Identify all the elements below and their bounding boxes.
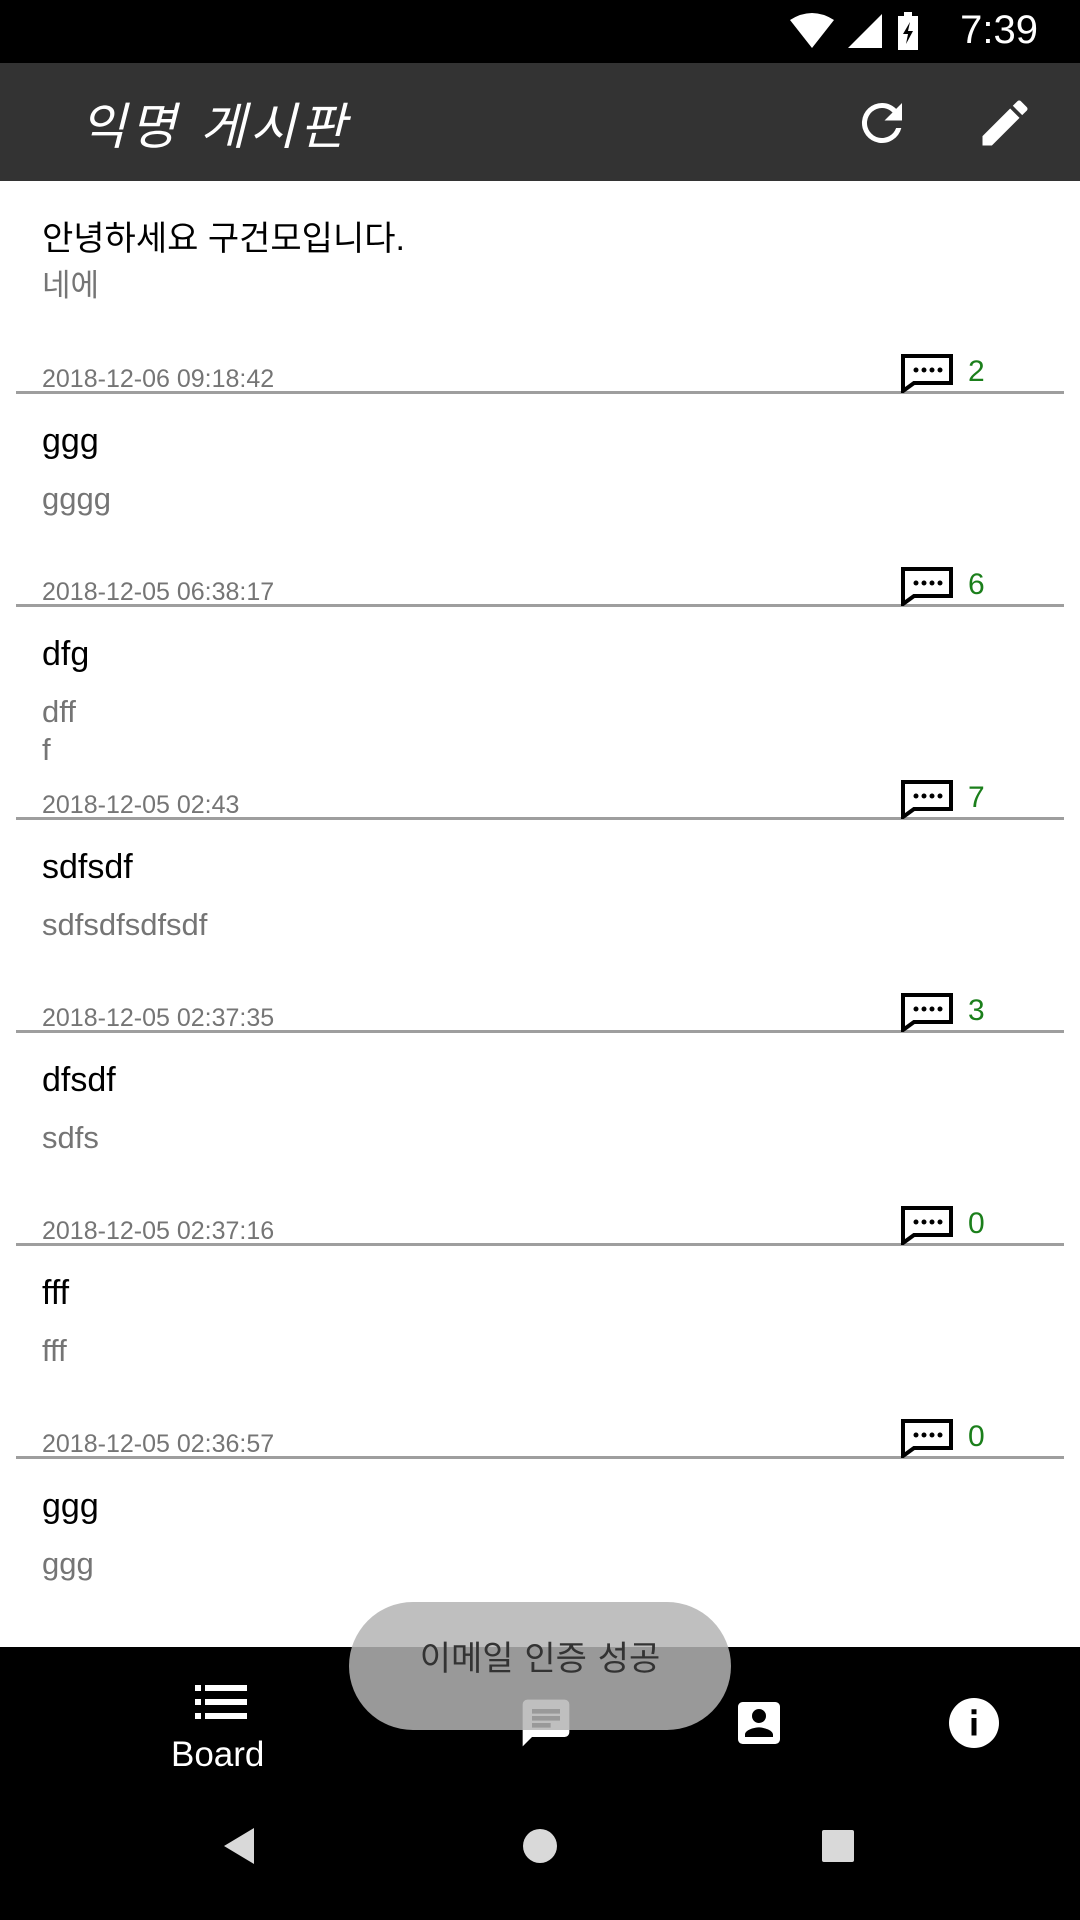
list-icon: [195, 1685, 247, 1719]
refresh-button[interactable]: [852, 93, 912, 153]
comment-icon: [901, 993, 953, 1032]
post-title: sdfsdf: [42, 848, 133, 886]
post-list: 안녕하세요 구건모입니다. 네에 2018-12-06 09:18:42 2 g…: [0, 181, 1080, 1672]
post-body: fff: [42, 1333, 67, 1368]
post-date: 2018-12-05 02:36:57: [42, 1430, 275, 1458]
toast-text: 이메일 인증 성공: [419, 1638, 661, 1679]
toast-message: 이메일 인증 성공: [349, 1602, 731, 1730]
list-item[interactable]: sdfsdf sdfsdfsdfsdf 2018-12-05 02:37:35 …: [16, 820, 1064, 1033]
comment-count: 0: [968, 1420, 985, 1453]
comment-icon: [901, 354, 953, 393]
post-title: fff: [42, 1274, 70, 1312]
comment-icon: [901, 1206, 953, 1245]
write-post-button[interactable]: [975, 93, 1035, 153]
signal-icon: [848, 14, 882, 48]
post-title: dfsdf: [42, 1061, 116, 1099]
post-body: ggg: [42, 1546, 94, 1581]
refresh-icon: [861, 102, 902, 143]
list-item[interactable]: 안녕하세요 구건모입니다. 네에 2018-12-06 09:18:42 2: [16, 181, 1064, 394]
list-item[interactable]: dfsdf sdfs 2018-12-05 02:37:16 0: [16, 1033, 1064, 1246]
post-title: dfg: [42, 635, 90, 673]
recents-icon[interactable]: [818, 1826, 858, 1866]
comment-icon: [901, 567, 953, 606]
nav-board[interactable]: Board: [85, 1647, 355, 1782]
status-time: 7:39: [960, 8, 1038, 52]
comment-count: 6: [968, 568, 985, 601]
post-body: sdfs: [42, 1120, 99, 1155]
post-body: gggg: [42, 481, 111, 516]
list-item[interactable]: ggg gggg 2018-12-05 06:38:17 6: [16, 394, 1064, 607]
status-bar: 7:39: [0, 0, 1080, 63]
comment-icon: [901, 1419, 953, 1458]
system-nav-bar: [0, 1782, 1080, 1920]
post-date: 2018-12-05 06:38:17: [42, 578, 275, 606]
app-bar: 익명 게시판: [0, 63, 1080, 181]
status-icons: [790, 12, 920, 52]
post-date: 2018-12-05 02:43: [42, 791, 240, 819]
post-body: sdfsdfsdfsdf: [42, 907, 208, 942]
comment-count: 3: [968, 994, 985, 1027]
comment-count: 7: [968, 781, 985, 814]
page-title: 익명 게시판: [80, 98, 350, 156]
post-date: 2018-12-06 09:18:42: [42, 365, 275, 393]
contact-icon: [738, 1702, 780, 1744]
post-title: ggg: [42, 422, 99, 460]
post-body: 네에: [42, 268, 100, 303]
pencil-icon: [982, 100, 1028, 146]
comment-count: 2: [968, 355, 985, 388]
nav-board-label: Board: [171, 1735, 265, 1774]
comment-icon: [901, 780, 953, 819]
battery-icon: [898, 12, 918, 50]
nav-info[interactable]: [838, 1647, 1080, 1782]
post-date: 2018-12-05 02:37:35: [42, 1004, 275, 1032]
comment-count: 0: [968, 1207, 985, 1240]
list-item[interactable]: dfg dff f 2018-12-05 02:43 7: [16, 607, 1064, 820]
post-date: 2018-12-05 02:37:16: [42, 1217, 275, 1245]
list-item[interactable]: fff fff 2018-12-05 02:36:57 0: [16, 1246, 1064, 1459]
home-icon[interactable]: [520, 1826, 560, 1866]
post-title: 안녕하세요 구건모입니다.: [42, 220, 405, 258]
back-icon[interactable]: [222, 1826, 256, 1866]
wifi-icon: [790, 13, 834, 48]
post-body: dff f: [42, 694, 76, 767]
post-title: ggg: [42, 1487, 99, 1525]
info-icon: [949, 1698, 999, 1748]
